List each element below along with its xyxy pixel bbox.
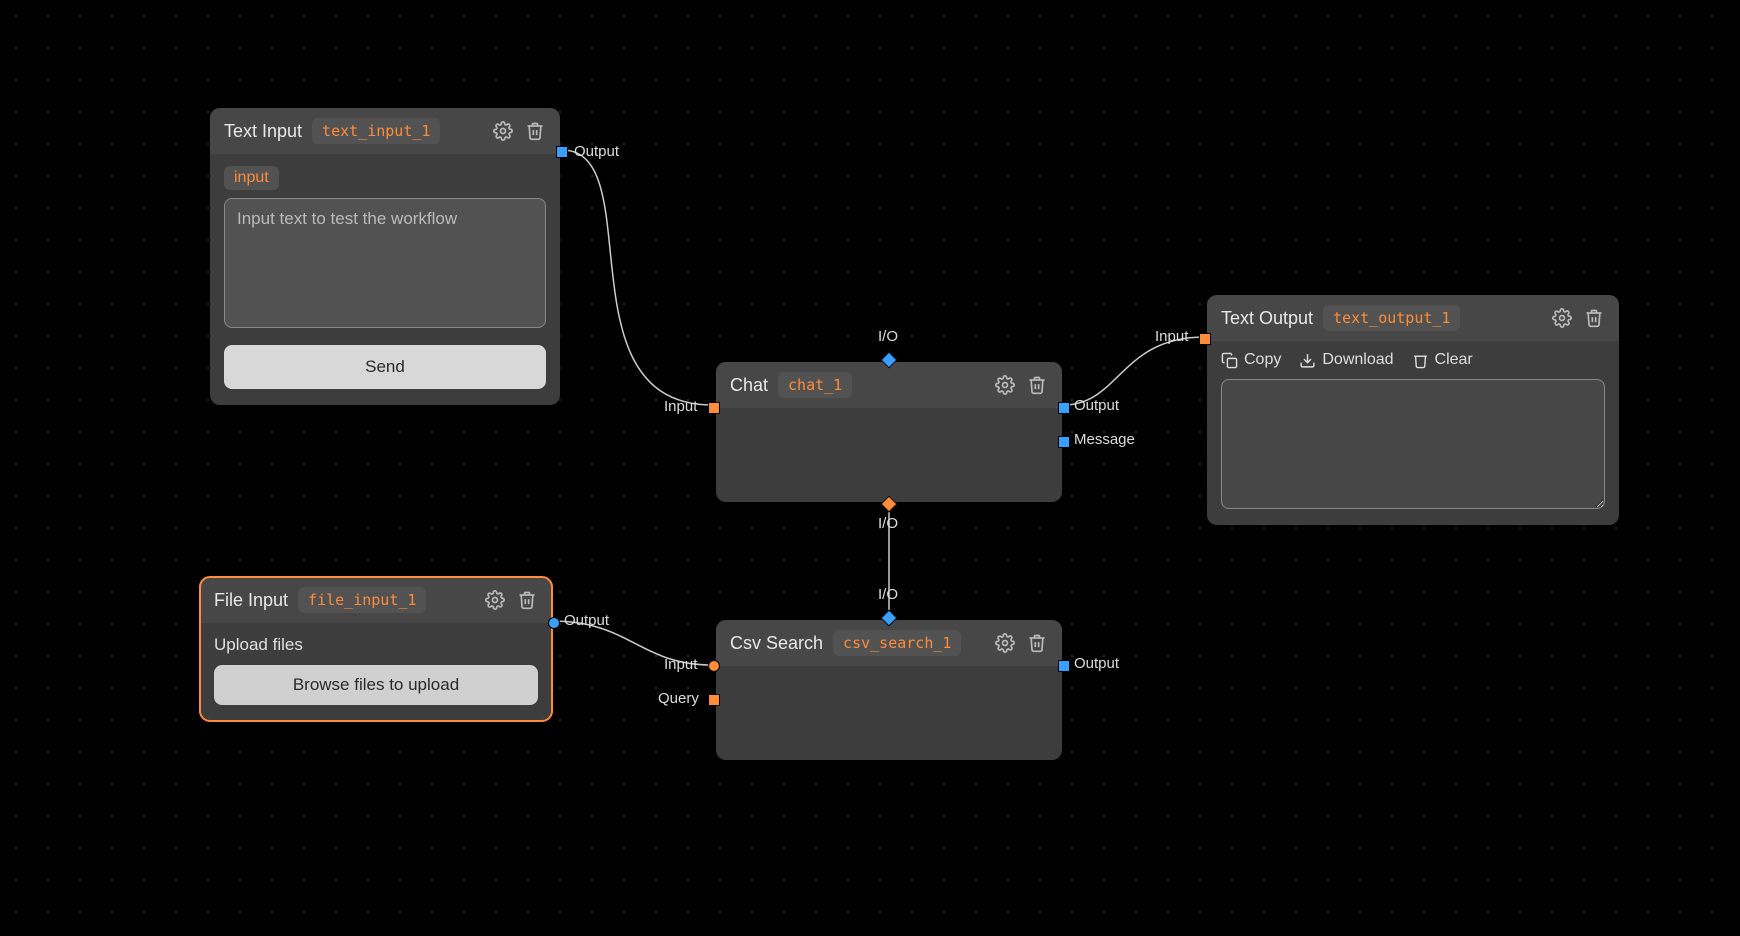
- node-text-input[interactable]: Text Input text_input_1 input Send Outpu…: [210, 108, 560, 405]
- input-port[interactable]: [1199, 333, 1211, 345]
- output-port-label: Output: [1074, 397, 1119, 414]
- send-button[interactable]: Send: [224, 345, 546, 389]
- input-port-label: Input: [664, 398, 697, 415]
- trash-icon[interactable]: [524, 120, 546, 142]
- query-port[interactable]: [708, 694, 720, 706]
- node-canvas[interactable]: Text Input text_input_1 input Send Outpu…: [0, 0, 1740, 936]
- output-port-label: Output: [1074, 655, 1119, 672]
- output-port[interactable]: [548, 617, 560, 629]
- node-id-badge: file_input_1: [298, 587, 426, 613]
- gear-icon[interactable]: [484, 589, 506, 611]
- input-port-label: Input: [1155, 328, 1188, 345]
- io-bottom-label: I/O: [878, 515, 898, 532]
- node-csv-search[interactable]: Csv Search csv_search_1 Input Query Outp…: [716, 620, 1062, 760]
- node-chat[interactable]: Chat chat_1 Input Output Message I/O I/O: [716, 362, 1062, 502]
- input-port-label: Input: [664, 656, 697, 673]
- io-top-label: I/O: [878, 586, 898, 603]
- node-header[interactable]: File Input file_input_1: [200, 577, 552, 623]
- gear-icon[interactable]: [994, 374, 1016, 396]
- node-title: File Input: [214, 590, 288, 611]
- node-id-badge: csv_search_1: [833, 630, 961, 656]
- output-port[interactable]: [1058, 402, 1070, 414]
- node-header[interactable]: Chat chat_1: [716, 362, 1062, 408]
- trash-icon[interactable]: [1026, 374, 1048, 396]
- message-port[interactable]: [1058, 436, 1070, 448]
- output-port[interactable]: [1058, 660, 1070, 672]
- gear-icon[interactable]: [994, 632, 1016, 654]
- node-title: Chat: [730, 375, 768, 396]
- download-button[interactable]: Download: [1299, 351, 1393, 369]
- node-title: Csv Search: [730, 633, 823, 654]
- input-port[interactable]: [708, 660, 720, 672]
- download-label: Download: [1322, 351, 1393, 369]
- copy-button[interactable]: Copy: [1221, 351, 1281, 369]
- output-port-label: Output: [564, 612, 609, 629]
- output-text-area[interactable]: [1221, 379, 1605, 509]
- node-title: Text Output: [1221, 308, 1313, 329]
- text-input-field[interactable]: [224, 198, 546, 328]
- node-header[interactable]: Text Output text_output_1: [1207, 295, 1619, 341]
- io-bottom-port[interactable]: [881, 496, 898, 513]
- gear-icon[interactable]: [492, 120, 514, 142]
- browse-button[interactable]: Browse files to upload: [214, 665, 538, 705]
- node-header[interactable]: Text Input text_input_1: [210, 108, 560, 154]
- node-id-badge: text_input_1: [312, 118, 440, 144]
- node-header[interactable]: Csv Search csv_search_1: [716, 620, 1062, 666]
- input-port[interactable]: [708, 402, 720, 414]
- node-id-badge: text_output_1: [1323, 305, 1460, 331]
- query-port-label: Query: [658, 690, 699, 707]
- node-text-output[interactable]: Text Output text_output_1 Copy Download …: [1207, 295, 1619, 525]
- input-pill: input: [224, 166, 279, 190]
- output-port-label: Output: [574, 143, 619, 160]
- trash-icon[interactable]: [1583, 307, 1605, 329]
- node-id-badge: chat_1: [778, 372, 852, 398]
- message-port-label: Message: [1074, 431, 1135, 448]
- copy-label: Copy: [1244, 351, 1281, 369]
- clear-button[interactable]: Clear: [1412, 351, 1473, 369]
- node-title: Text Input: [224, 121, 302, 142]
- trash-icon[interactable]: [516, 589, 538, 611]
- output-port[interactable]: [556, 146, 568, 158]
- gear-icon[interactable]: [1551, 307, 1573, 329]
- trash-icon[interactable]: [1026, 632, 1048, 654]
- clear-label: Clear: [1435, 351, 1473, 369]
- upload-label: Upload files: [214, 635, 538, 655]
- node-file-input[interactable]: File Input file_input_1 Upload files Bro…: [200, 577, 552, 721]
- io-top-label: I/O: [878, 328, 898, 345]
